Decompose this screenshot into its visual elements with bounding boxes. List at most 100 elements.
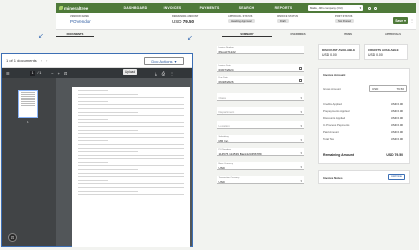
page-thumbnail[interactable] (18, 90, 38, 118)
class-select[interactable]: Class ▾ (217, 93, 304, 101)
in-process-payments-row: In Process Payments USD 0.00 (323, 123, 403, 127)
department-select[interactable]: Department ▾ (217, 107, 304, 115)
base-currency-select[interactable]: Base Currency USD ▾ (217, 162, 304, 170)
chevron-down-icon: ▾ (300, 109, 302, 114)
company-selector[interactable]: Mattu, Jill's company (OU) ▾ (308, 5, 363, 11)
logo-text: mineraltree (64, 5, 89, 11)
due-date-field[interactable]: Due Date 06/28/2026 (217, 76, 304, 84)
more-options-icon[interactable]: ⋮ (170, 71, 174, 76)
tab-documents[interactable]: DOCUMENTS (56, 31, 94, 37)
paid-amount-row: Paid Amount USD 0.00 (323, 130, 403, 134)
fit-page-icon[interactable]: ⊡ (64, 71, 67, 76)
invoice-status-badge: Draft (277, 19, 289, 23)
post-status-badge: Not Posted (335, 19, 354, 23)
discount-label: DISCOUNT AVAILABLE (322, 48, 356, 52)
remaining-label: REMAINING AMOUNT (172, 15, 199, 18)
tab-items[interactable]: ITEMS (325, 31, 371, 37)
gross-amount-input[interactable]: USD 79.50 (369, 85, 407, 92)
invoice-status-label: INVOICE STATUS (277, 15, 299, 18)
vendor-block: VENDOR NAME POVendor (70, 15, 91, 24)
logo[interactable]: mineraltree (59, 6, 89, 11)
invoice-amount-card: Invoice Amount Gross Amount USD 79.50 Cre… (318, 68, 410, 164)
post-status-block: POST STATUS Not Posted (335, 15, 354, 23)
save-button[interactable]: Save ▾ (393, 17, 408, 24)
summary-form: Invoice Number 6Noo071222 Invoice Date 03/… (217, 40, 307, 185)
transaction-currency-select[interactable]: Transaction Currency USD ▾ (217, 176, 304, 184)
vendor-label: VENDOR NAME (70, 15, 90, 18)
invoice-tabs: DOCUMENTS SUMMARY OVERRIDES ITEMS APPROV… (56, 31, 416, 37)
document-viewer: 1 of 1 documents ‹ › Doc Actions ▾ ☰ 1 / … (1, 53, 193, 247)
calendar-icon[interactable] (299, 66, 302, 70)
chevron-down-icon: ▾ (300, 137, 302, 142)
po-numbers-field[interactable]: PO Numbers 114576 114539 Bank123456789 ▾ (217, 148, 304, 156)
next-document-icon[interactable]: › (46, 58, 47, 63)
credits-value: USD 0.00 (368, 53, 383, 57)
document-nav: ‹ › (41, 58, 48, 63)
pdf-actions: ⤓ ⎙ ⋮ (155, 71, 174, 76)
chevron-down-icon: ▾ (174, 58, 177, 64)
invoice-number-field[interactable]: Invoice Number 6Noo071222 (217, 46, 304, 54)
help-icon[interactable] (368, 6, 371, 10)
fit-to-width-icon[interactable]: ⊡ (8, 233, 17, 242)
calendar-icon[interactable] (299, 78, 302, 82)
credits-label: CREDITS AVAILABLE (368, 48, 399, 52)
thumbnail-page-number: 1 (27, 120, 29, 124)
arrow-down-left-icon: ↙ (187, 35, 193, 42)
document-count: 1 of 1 documents (6, 58, 37, 63)
remaining-amount-row: Remaining Amount USD 79.50 (323, 153, 403, 157)
nav-payments[interactable]: PAYMENTS (191, 6, 228, 10)
vendor-link[interactable]: POVendor (70, 19, 91, 24)
pdf-content: 1 ⊡ (2, 78, 192, 247)
invoice-header: VENDOR NAME POVendor REMAINING AMOUNT US… (56, 13, 416, 30)
arrow-down-left-icon: ↙ (38, 33, 44, 40)
page-indicator: 1 / 1 (29, 70, 42, 76)
zoom-controls: − + ⊡ (51, 71, 67, 76)
location-select[interactable]: Location ▾ (217, 121, 304, 129)
approval-status-badge: Awaiting Approval (228, 19, 255, 23)
chevron-down-icon: ▾ (300, 164, 302, 169)
chevron-down-icon: ▾ (300, 150, 302, 155)
nav-search[interactable]: SEARCH (228, 6, 265, 10)
invoice-status-block: INVOICE STATUS Draft (277, 15, 298, 23)
thumbnail-sidebar: 1 (2, 78, 56, 246)
discounts-applied-row: Discounts Applied USD 0.00 (323, 116, 403, 120)
more-options-icon[interactable]: ⋮ (410, 18, 414, 23)
page-total: / 1 (37, 71, 42, 75)
top-nav-bar: mineraltree DASHBOARD INVOICES PAYMENTS … (56, 3, 416, 13)
subsidiary-select[interactable]: Subsidiary MR Inc. ▾ (217, 135, 304, 143)
tab-summary[interactable]: SUMMARY (222, 31, 272, 37)
invoice-amount-title: Invoice Amount (323, 73, 346, 77)
nav-invoices[interactable]: INVOICES (154, 6, 191, 10)
leaf-icon (59, 6, 63, 10)
total-tax-row: Total Tax USD 0.00 (323, 137, 403, 141)
prepayments-applied-row: Prepayments Applied USD 0.00 (323, 109, 403, 113)
tab-overrides[interactable]: OVERRIDES (278, 31, 318, 37)
pdf-toolbar: ☰ 1 / 1 − + ⊡ ⤓ ⎙ ⋮ (2, 68, 192, 78)
invoice-date-field[interactable]: Invoice Date 03/07/2024 (217, 64, 304, 72)
post-status-label: POST STATUS (335, 15, 353, 18)
discount-card: DISCOUNT AVAILABLE USD 0.00 (318, 44, 360, 60)
add-note-button[interactable]: Add Note (388, 173, 405, 181)
zoom-in-icon[interactable]: + (58, 71, 60, 76)
prev-document-icon[interactable]: ‹ (41, 58, 42, 63)
doc-actions-button[interactable]: Doc Actions ▾ (144, 57, 184, 65)
print-icon[interactable]: ⎙ (162, 71, 165, 76)
tab-approvals[interactable]: APPROVALS (371, 31, 415, 37)
nav-reports[interactable]: REPORTS (265, 6, 302, 10)
pdf-page (72, 87, 190, 247)
chevron-down-icon: ▾ (359, 6, 361, 10)
chevron-down-icon: ▾ (300, 178, 302, 183)
credits-applied-row: Credits Applied USD 0.00 (323, 102, 403, 106)
gross-amount-label: Gross Amount (323, 87, 341, 91)
download-icon[interactable]: ⤓ (155, 71, 157, 76)
menu-icon[interactable]: ☰ (6, 71, 10, 76)
top-icons (368, 6, 377, 10)
zoom-out-icon[interactable]: − (51, 71, 53, 76)
user-icon[interactable] (374, 6, 377, 10)
approval-label: APPROVAL STATUS (228, 15, 253, 18)
page-number-input[interactable]: 1 (29, 70, 36, 76)
company-name: Mattu, Jill's company (OU) (310, 6, 343, 10)
nav-dashboard[interactable]: DASHBOARD (117, 6, 154, 10)
upload-tooltip: Upload (123, 69, 138, 75)
main-nav: DASHBOARD INVOICES PAYMENTS SEARCH REPOR… (117, 6, 302, 10)
